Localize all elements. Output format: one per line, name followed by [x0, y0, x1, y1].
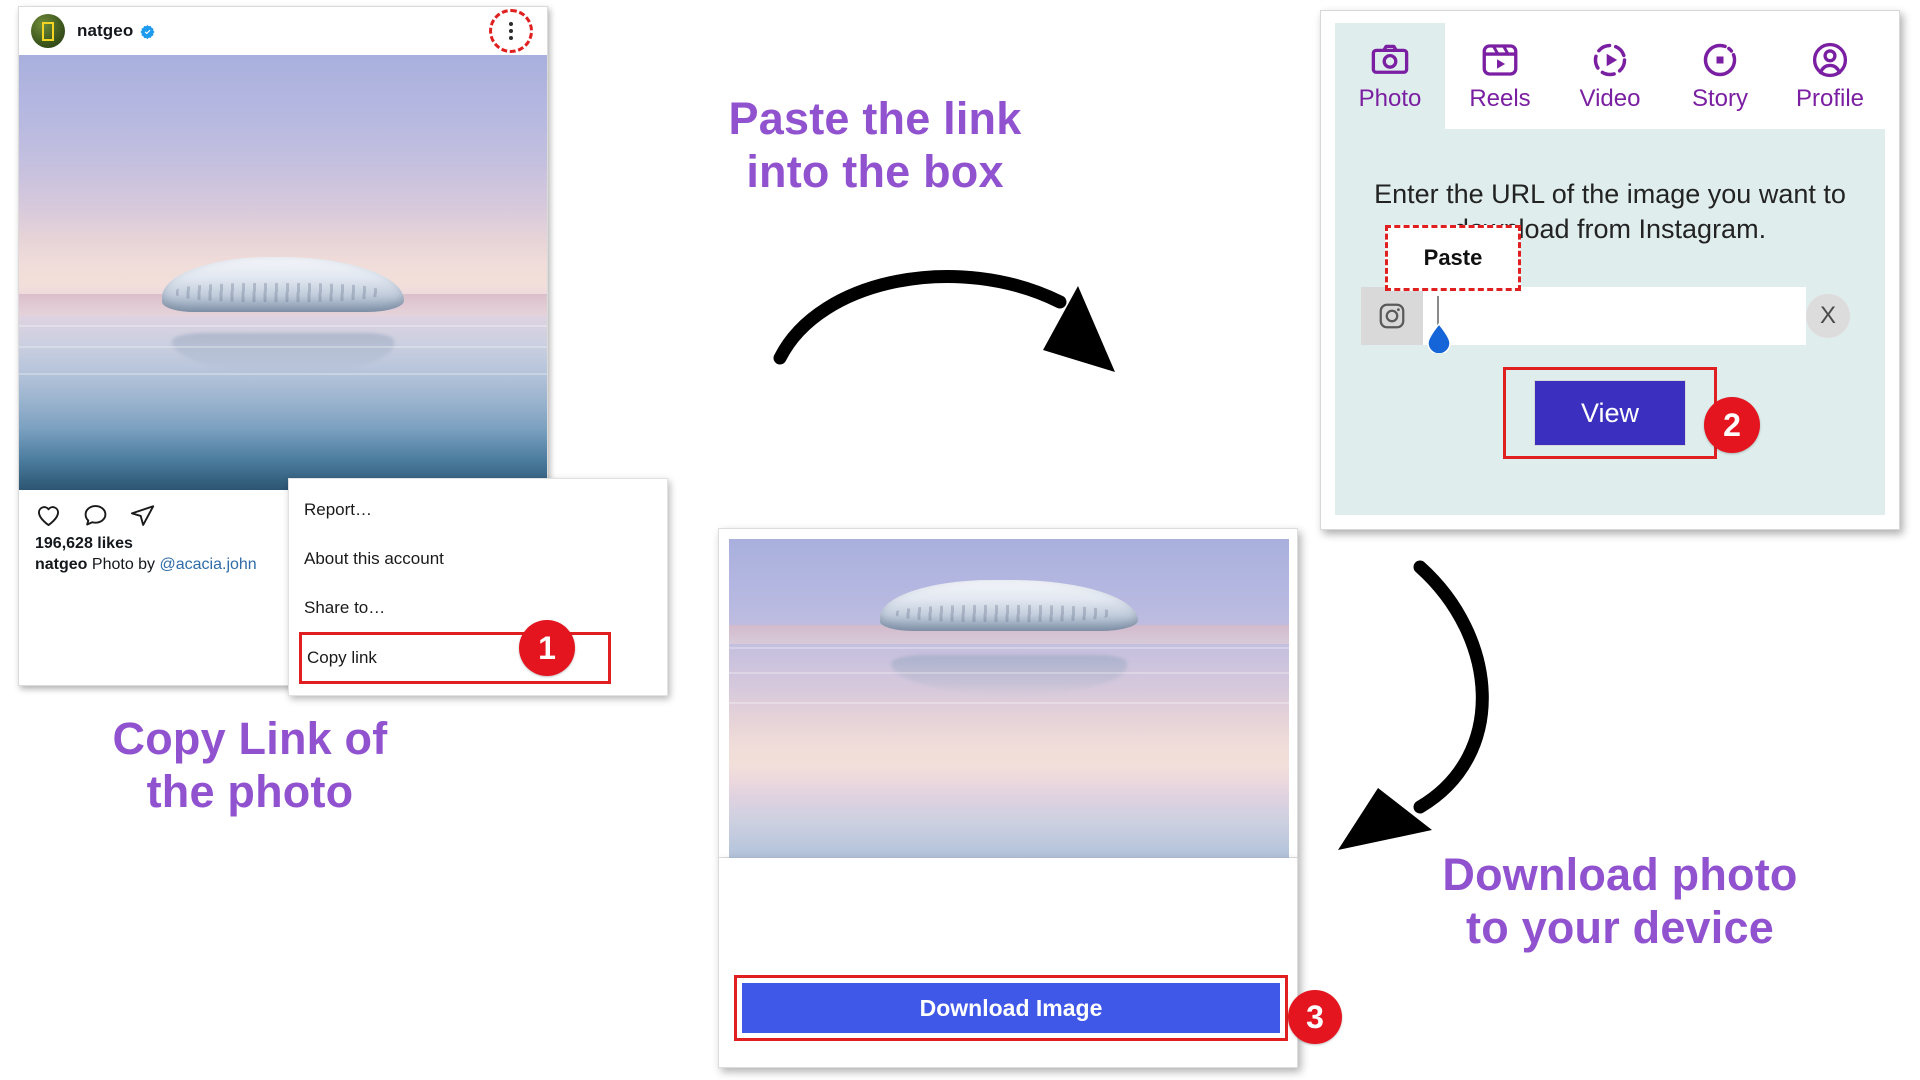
menu-item-about-this-account[interactable]: About this account	[289, 534, 667, 583]
profile-icon	[1812, 42, 1848, 78]
paper-plane-icon[interactable]	[129, 502, 156, 529]
tab-profile-label: Profile	[1795, 85, 1865, 112]
caption-text: Photo by	[87, 556, 160, 573]
download-preview-card	[718, 528, 1298, 969]
menu-item-report[interactable]: Report…	[289, 485, 667, 534]
tab-photo[interactable]: Photo	[1335, 23, 1445, 129]
video-play-icon	[1593, 43, 1627, 77]
url-input[interactable]	[1423, 287, 1806, 353]
tab-profile[interactable]: Profile	[1775, 23, 1885, 129]
downloader-body: Enter the URL of the image you want to d…	[1335, 129, 1885, 515]
annotation-copy-link: Copy Link of the photo	[112, 713, 388, 818]
tab-reels-label: Reels	[1469, 85, 1531, 112]
url-input-row: X	[1361, 287, 1859, 353]
step-badge-2: 2	[1704, 397, 1760, 453]
instagram-icon	[1379, 303, 1405, 329]
view-button-highlight-box: View	[1503, 367, 1717, 459]
annotation-paste-the-link: Paste the link into the box	[728, 93, 1022, 198]
tab-reels[interactable]: Reels	[1445, 23, 1555, 129]
tab-video[interactable]: Video	[1555, 23, 1665, 129]
comment-bubble-icon[interactable]	[82, 502, 109, 529]
tab-photo-label: Photo	[1358, 85, 1422, 112]
annotation-download-photo: Download photo to your device	[1442, 849, 1798, 954]
reels-icon	[1482, 44, 1518, 76]
post-context-menu: Report… About this account Share to… Cop…	[288, 478, 668, 696]
natgeo-avatar[interactable]	[31, 14, 65, 48]
highlight-circle-dashed	[489, 9, 533, 53]
instagram-post-photo	[19, 55, 547, 490]
instagram-downloader-panel: Photo Reels Video Story Profile Enter th…	[1320, 10, 1900, 530]
heart-icon[interactable]	[35, 502, 62, 529]
step-badge-1: 1	[519, 620, 575, 676]
verified-badge-icon	[140, 24, 155, 39]
download-button-highlight-box: Download Image	[734, 975, 1288, 1041]
tutorial-infographic: natgeo 196,628 likes natgeo Photo by @ac…	[0, 0, 1920, 1080]
instagram-icon-box	[1361, 287, 1423, 345]
post-options-button[interactable]	[489, 9, 533, 53]
step-badge-3: 3	[1288, 990, 1342, 1044]
instagram-post-header: natgeo	[19, 7, 547, 55]
curved-arrow-right-icon	[773, 270, 1115, 372]
story-circle-icon	[1703, 43, 1737, 77]
tab-story-label: Story	[1691, 85, 1748, 112]
curved-arrow-down-left-icon	[1338, 560, 1489, 850]
caption-mention[interactable]: @acacia.john	[160, 556, 257, 573]
paste-tooltip[interactable]: Paste	[1385, 225, 1521, 291]
clear-input-button[interactable]: X	[1806, 294, 1850, 338]
caption-username[interactable]: natgeo	[35, 556, 87, 573]
view-button[interactable]: View	[1534, 380, 1686, 446]
text-selection-handle-icon[interactable]	[1426, 323, 1452, 353]
download-image-button[interactable]: Download Image	[742, 983, 1280, 1033]
camera-icon	[1371, 44, 1409, 74]
tab-story[interactable]: Story	[1665, 23, 1775, 129]
downloader-tab-bar: Photo Reels Video Story Profile	[1335, 23, 1885, 129]
natgeo-logo-rect	[42, 21, 54, 41]
menu-item-share-to[interactable]: Share to…	[289, 583, 667, 632]
instagram-username[interactable]: natgeo	[77, 21, 133, 41]
tab-video-label: Video	[1579, 85, 1641, 112]
text-caret	[1437, 296, 1439, 326]
